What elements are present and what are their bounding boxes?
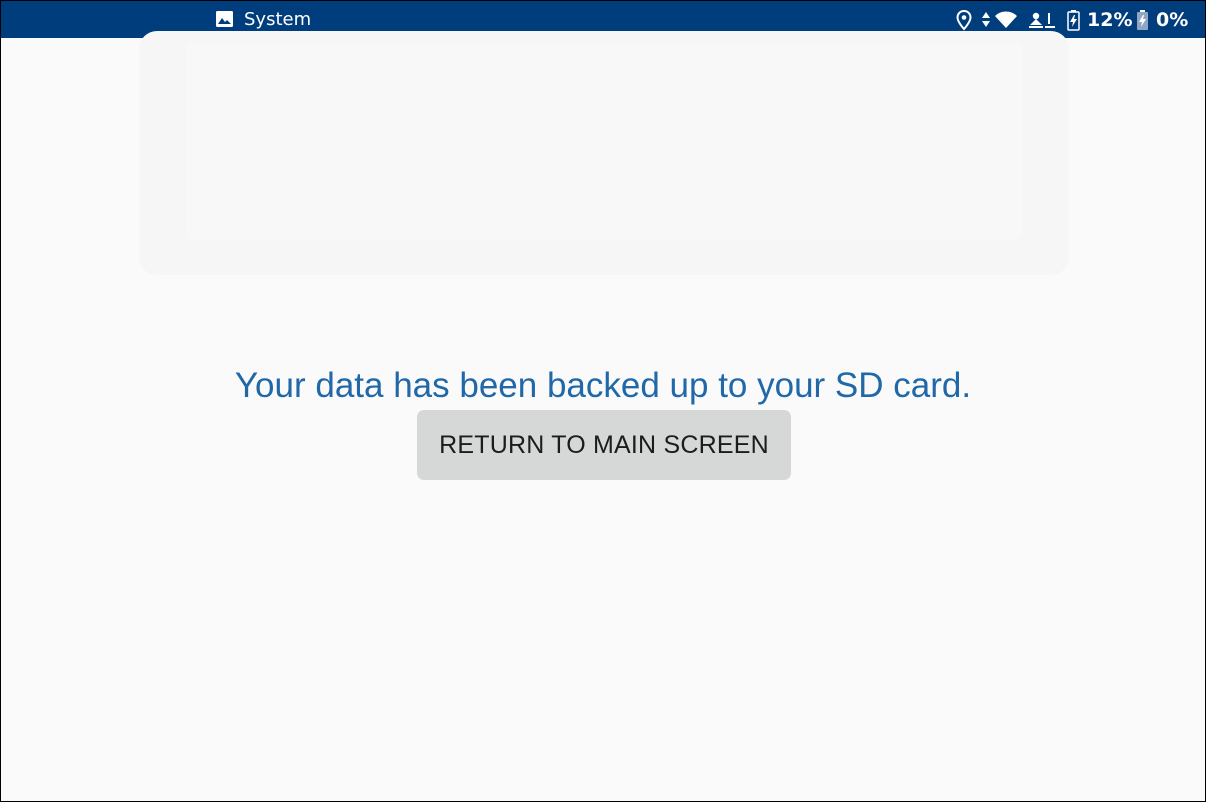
backup-complete-message: Your data has been backed up to your SD … (234, 366, 972, 405)
screen: System 12% 0% Your data has been backed … (1, 1, 1205, 801)
status-app-name: System (244, 9, 312, 30)
return-to-main-screen-button[interactable]: RETURN TO MAIN SCREEN (417, 410, 791, 480)
location-icon (956, 9, 972, 31)
wifi-icon (995, 11, 1017, 28)
battery-icon (1067, 10, 1080, 31)
hotspot-icon (1029, 12, 1055, 28)
data-arrows-icon (982, 12, 990, 27)
battery-percent-secondary: 0% (1156, 9, 1189, 31)
battery-percent-primary: 12% (1087, 9, 1133, 31)
image-icon (216, 11, 233, 27)
background-card-inner (187, 43, 1023, 239)
battery-charging-icon (1137, 10, 1148, 30)
